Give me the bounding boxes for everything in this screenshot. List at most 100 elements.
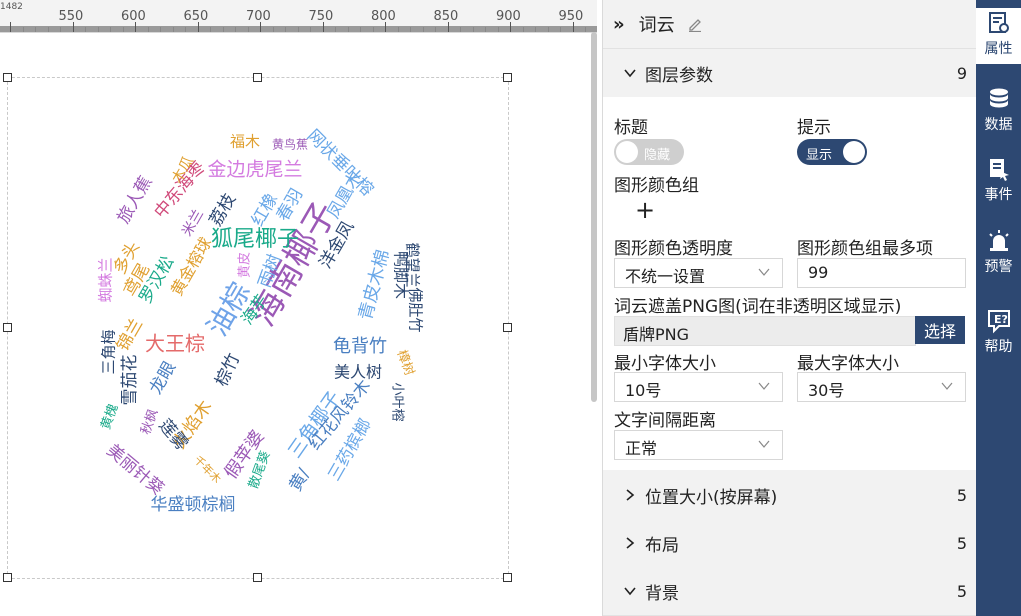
event-icon (989, 159, 1009, 181)
cloud-word[interactable]: 旅人蕉 (114, 173, 157, 227)
cloud-word[interactable]: 黄皮 (238, 252, 253, 278)
ruler-tick (547, 27, 549, 32)
cloud-word[interactable]: 佛肚竹 (407, 287, 425, 332)
section-count: 5 (956, 485, 967, 505)
ruler-tick (110, 27, 111, 32)
cloud-word[interactable]: 龟背竹 (333, 336, 387, 357)
cloud-word[interactable]: 千年木 (191, 453, 224, 486)
ruler-tick (397, 27, 399, 32)
cloud-word[interactable]: 蜘蛛兰 (97, 257, 115, 302)
title-toggle[interactable]: 隐藏 (614, 139, 684, 165)
ruler-label: 800 (371, 9, 396, 24)
section-layer-params[interactable]: 图层参数 9 (603, 49, 977, 98)
resize-handle-nw[interactable] (3, 73, 12, 82)
min-font-label: 最小字体大小 (614, 354, 716, 374)
svg-text:E?: E? (994, 313, 1008, 326)
tab-alarm[interactable]: 预警 (976, 226, 1021, 282)
ruler-tick (360, 27, 361, 32)
tooltip-toggle[interactable]: 显示 (797, 139, 867, 165)
title-label: 标题 (614, 118, 648, 138)
ruler-label: 650 (183, 9, 209, 24)
ruler-label: 950 (558, 9, 584, 24)
word-cloud[interactable]: 海南椰子油棕狐尾椰子金边虎尾兰大王棕 龟背竹网状垂叶榕中东海枣旅人蕉福木 黄鸟蕉荔枝… (60, 115, 440, 525)
choose-button[interactable]: 选择 (915, 316, 965, 344)
cloud-word[interactable]: 青皮木棉 (355, 247, 394, 322)
ruler-tick (122, 27, 124, 32)
resize-handle-sw[interactable] (3, 573, 12, 582)
cloud-word[interactable]: 三角梅 (100, 329, 118, 374)
select-value: 不统一设置 (625, 267, 706, 286)
cloud-word[interactable]: 金边虎尾兰 (207, 159, 302, 181)
toggle-knob (843, 141, 865, 163)
section-position-size[interactable]: 位置大小(按屏幕) 5 (603, 471, 977, 520)
add-color-button[interactable]: + (635, 196, 655, 224)
cloud-word[interactable]: 棕竹 (212, 350, 244, 389)
section-background[interactable]: 背景 5 (603, 567, 977, 616)
tab-data[interactable]: 数据 (976, 84, 1021, 140)
resize-handle-ne[interactable] (503, 73, 512, 82)
tab-label: 属性 (984, 41, 1013, 57)
resize-handle-s[interactable] (253, 573, 262, 582)
resize-handle-w[interactable] (3, 323, 12, 332)
max-font-select[interactable]: 30号 (797, 372, 966, 402)
ruler-tick (560, 27, 561, 32)
min-font-select[interactable]: 10号 (614, 372, 783, 402)
cloud-word[interactable]: 黄槐 (98, 402, 122, 432)
cloud-word[interactable]: 黄鸟蕉 (272, 137, 308, 152)
component-title: 词云 (638, 15, 675, 36)
layer-params-body: 标题 隐藏 提示 显示 图形颜色组 + 图形颜色透明度 不统一设置 图形颜色组最… (603, 97, 977, 470)
ruler-tick (47, 27, 49, 32)
cloud-word[interactable]: 大王棕 (145, 332, 205, 356)
cloud-word[interactable]: 福木 (230, 133, 260, 151)
ruler-tick (185, 27, 186, 32)
cloud-word[interactable]: 美丽针葵 (103, 440, 168, 499)
cloud-word[interactable]: 华盛顿棕榈 (151, 495, 236, 515)
tab-label: 数据 (984, 117, 1013, 133)
cloud-word[interactable]: 狐尾椰子 (211, 227, 299, 252)
resize-handle-n[interactable] (253, 73, 262, 82)
ruler-bar (0, 26, 597, 32)
tab-events[interactable]: 事件 (976, 154, 1021, 210)
cloud-word[interactable]: 小叶榕 (390, 382, 405, 421)
ruler-tick (272, 27, 274, 32)
cloud-word[interactable]: 鹤望兰 (404, 242, 422, 287)
spacing-select[interactable]: 正常 (614, 430, 783, 460)
cloud-word[interactable]: 龙眼 (146, 358, 180, 397)
cloud-word[interactable]: 锦兰 (113, 315, 147, 354)
ruler-tick (485, 27, 486, 32)
ruler-tick (522, 27, 524, 32)
section-count: 5 (956, 581, 967, 601)
resize-handle-se[interactable] (503, 573, 512, 582)
section-layout[interactable]: 布局 5 (603, 519, 977, 568)
ruler-tick (372, 27, 374, 32)
edit-icon[interactable] (687, 16, 703, 32)
design-canvas[interactable]: 1482 550 600 650 700 750 800 850 900 950 海南椰子 油棕狐… (0, 0, 597, 616)
ruler-origin-label: 1482 (0, 2, 23, 12)
opacity-label: 图形颜色透明度 (614, 239, 733, 259)
max-items-label: 图形颜色组最多项 (797, 239, 933, 259)
tab-help[interactable]: E? 帮助 (976, 306, 1021, 362)
cloud-word[interactable]: 黄/ (286, 465, 315, 495)
cloud-word[interactable]: 樟树 (394, 348, 417, 378)
tab-label: 帮助 (984, 339, 1013, 355)
mask-image-field[interactable]: 盾牌PNG (614, 316, 916, 346)
cloud-word[interactable]: 荔枝 (206, 190, 240, 229)
help-icon: E? (987, 310, 1010, 334)
cloud-word[interactable]: 米兰 (179, 207, 207, 239)
ruler-tick (422, 27, 424, 32)
tab-properties[interactable]: 属性 (976, 8, 1021, 64)
vertical-scrollbar[interactable] (591, 32, 597, 402)
mask-value: 盾牌PNG (623, 325, 690, 344)
cloud-word[interactable]: 雪茄花 (120, 355, 140, 406)
section-count: 9 (956, 63, 967, 83)
max-items-input[interactable]: 99 (797, 258, 966, 288)
resize-handle-e[interactable] (503, 323, 512, 332)
ruler-tick (35, 27, 36, 32)
opacity-select[interactable]: 不统一设置 (614, 258, 783, 288)
tooltip-label: 提示 (797, 118, 831, 138)
ruler-label: 600 (121, 9, 146, 24)
collapse-panel-icon[interactable]: » (613, 14, 625, 35)
ruler-label: 850 (433, 9, 459, 24)
ruler-tick (22, 27, 24, 32)
ruler-label: 900 (496, 9, 521, 24)
